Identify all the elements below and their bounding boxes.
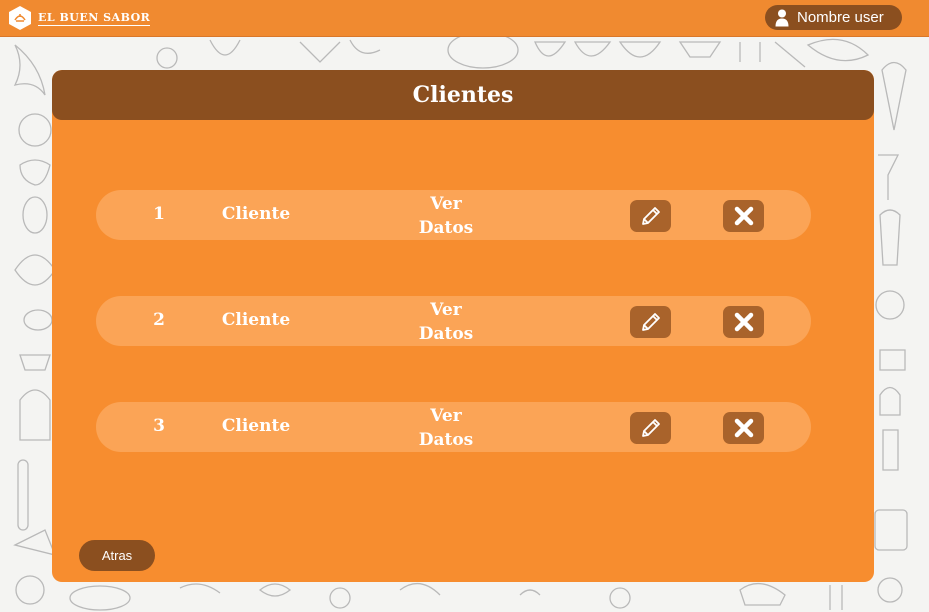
client-row: 2 Cliente Ver Datos [96,296,811,346]
view-details-line2: Datos [418,430,474,450]
close-icon [734,312,753,332]
edit-client-button[interactable] [630,412,671,444]
client-name: Cliente [221,204,291,224]
page-title: Clientes [412,82,514,108]
client-number: 3 [153,416,165,436]
view-details-link[interactable]: Ver Datos [406,404,486,452]
view-details-line1: Ver [430,406,462,426]
back-button[interactable]: Atras [79,540,155,571]
user-name-label: Nombre user [797,9,884,26]
pencil-icon [641,419,660,437]
edit-client-button[interactable] [630,306,671,338]
client-row: 1 Cliente Ver Datos [96,190,811,240]
view-details-line1: Ver [430,300,462,320]
top-navigation-bar: EL BUEN SABOR Nombre user [0,0,929,37]
pencil-icon [641,207,660,225]
close-icon [734,206,753,226]
client-number: 2 [153,310,165,330]
edit-client-button[interactable] [630,200,671,232]
client-row: 3 Cliente Ver Datos [96,402,811,452]
user-icon [775,9,789,26]
client-name: Cliente [221,416,291,436]
client-name: Cliente [221,310,291,330]
brand-name: EL BUEN SABOR [38,10,151,26]
delete-client-button[interactable] [723,200,764,232]
pencil-icon [641,313,660,331]
view-details-link[interactable]: Ver Datos [406,298,486,346]
clients-panel: Clientes 1 Cliente Ver Datos 2 Cliente V… [52,70,874,582]
view-details-line2: Datos [418,218,474,238]
close-icon [734,418,753,438]
delete-client-button[interactable] [723,412,764,444]
delete-client-button[interactable] [723,306,764,338]
view-details-link[interactable]: Ver Datos [406,192,486,240]
panel-header: Clientes [52,70,874,120]
client-number: 1 [153,204,165,224]
brand-logo[interactable]: EL BUEN SABOR [8,5,151,31]
user-menu-button[interactable]: Nombre user [765,5,902,30]
view-details-line1: Ver [430,194,462,214]
chef-hat-logo-icon [9,6,31,30]
view-details-line2: Datos [418,324,474,344]
